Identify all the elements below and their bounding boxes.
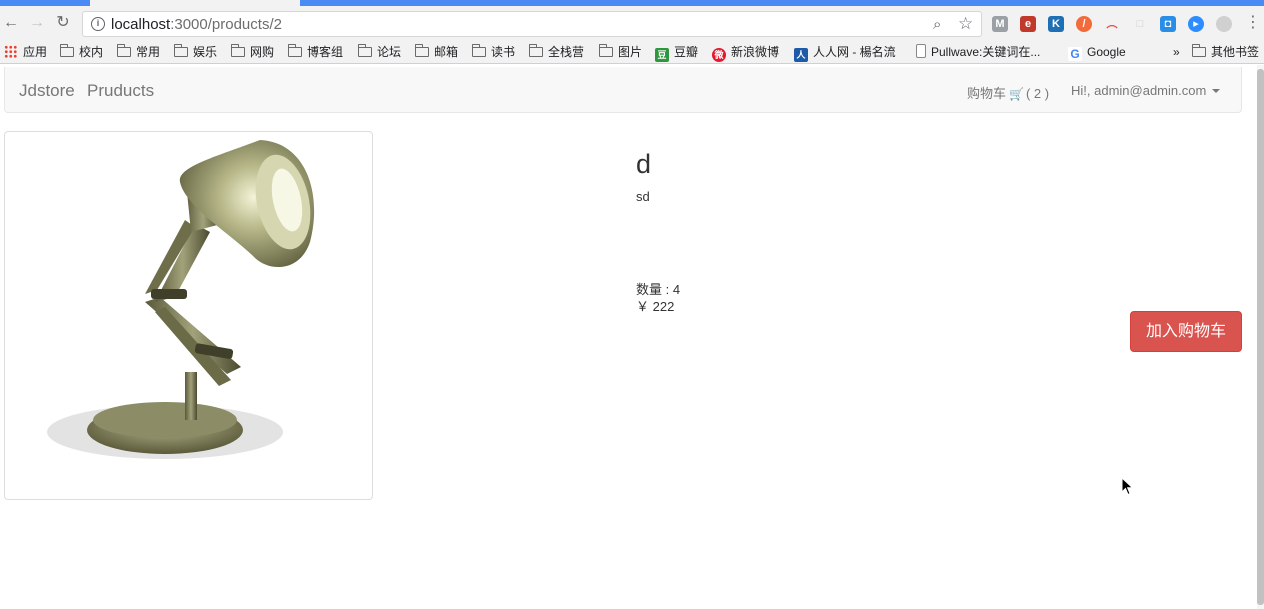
folder-icon (288, 44, 302, 57)
bookmark-label: 豆瓣 (674, 45, 699, 59)
mouse-cursor-icon (1121, 477, 1134, 496)
bookmark-label: 校内 (79, 45, 104, 59)
page-icon (916, 44, 926, 58)
bookmark-label: Google (1087, 45, 1126, 59)
folder-icon (529, 44, 543, 57)
bookmark-apps[interactable]: 应用 (4, 44, 47, 60)
douban-icon: 豆 (655, 48, 669, 62)
info-icon[interactable]: i (91, 17, 105, 31)
google-icon: G (1068, 47, 1082, 61)
page-content: Jdstore Pruducts 购物车 🛒( 2 ) Hi!, admin@ad… (0, 65, 1257, 609)
user-dropdown[interactable]: Hi!, admin@admin.com (1071, 83, 1221, 98)
product-title: d (636, 149, 652, 179)
bookmark-label: Pullwave:关键词在... (931, 45, 1041, 59)
bookmark-folder[interactable]: 图片 (599, 44, 642, 60)
back-icon[interactable]: ← (2, 14, 20, 32)
overflow-icon: » (1173, 45, 1180, 59)
blank-extension-icon[interactable]: □ (1132, 16, 1148, 32)
bookmark-star-icon[interactable]: ☆ (958, 14, 973, 34)
bookmarks-bar: 应用 校内 常用 娱乐 网购 博客组 论坛 邮箱 读书 全栈营 图片 豆豆瓣 微… (0, 40, 1264, 64)
zoom-meeting-extension-icon[interactable]: ▸ (1188, 16, 1204, 32)
bookmark-label: 博客组 (307, 45, 344, 59)
bookmark-folder[interactable]: 博客组 (288, 44, 343, 60)
address-bar[interactable]: i localhost:3000/products/2 ⌕ ☆ (82, 11, 982, 37)
bookmark-label: 新浪微博 (731, 45, 780, 59)
weibo-icon: 微 (712, 48, 726, 62)
folder-icon (1192, 44, 1206, 57)
desk-lamp-image (47, 140, 315, 459)
folder-icon (415, 44, 429, 57)
bookmark-folder[interactable]: 常用 (117, 44, 160, 60)
page-scrollbar[interactable] (1257, 65, 1264, 609)
k-extension-icon[interactable]: K (1048, 16, 1064, 32)
bookmark-label: 其他书签 (1211, 45, 1260, 59)
bookmark-weibo[interactable]: 微新浪微博 (712, 44, 780, 62)
bookmark-label: 常用 (136, 45, 161, 59)
url-host: localhost (111, 16, 171, 33)
postman-extension-icon[interactable]: / (1076, 16, 1092, 32)
cart-count: ( 2 ) (1025, 86, 1050, 101)
url-text[interactable]: localhost:3000/products/2 (111, 16, 282, 33)
bookmark-label: 网购 (250, 45, 275, 59)
bookmark-label: 邮箱 (434, 45, 459, 59)
folder-icon (599, 44, 613, 57)
bookmark-folder[interactable]: 网购 (231, 44, 274, 60)
bookmark-google[interactable]: G Google (1068, 44, 1126, 61)
bookmark-label: 图片 (618, 45, 643, 59)
bookmark-label: 读书 (491, 45, 516, 59)
bookmark-renren[interactable]: 人人人网 - 楊名流 (794, 44, 896, 62)
product-description: sd (636, 189, 650, 204)
shopping-cart-icon: 🛒 (1009, 87, 1024, 101)
bookmark-label: 应用 (23, 45, 48, 59)
browser-toolbar: ← → ↻ i localhost:3000/products/2 ⌕ ☆ M … (0, 6, 1264, 40)
product-image (4, 131, 373, 500)
gray-extension-icon[interactable] (1216, 16, 1232, 32)
product-price: ￥ 222 (636, 299, 675, 314)
cart-link[interactable]: 购物车 🛒( 2 ) (967, 83, 1049, 102)
reload-icon[interactable]: ↻ (54, 14, 72, 32)
site-navbar: Jdstore Pruducts 购物车 🛒( 2 ) Hi!, admin@ad… (4, 67, 1242, 113)
bookmark-folder[interactable]: 读书 (472, 44, 515, 60)
wave-extension-icon[interactable]: ︵ (1104, 16, 1120, 32)
bookmark-folder[interactable]: 邮箱 (415, 44, 458, 60)
bookmark-label: 人人网 - 楊名流 (813, 45, 896, 59)
bookmark-douban[interactable]: 豆豆瓣 (655, 44, 699, 62)
gmail-extension-icon[interactable]: M (992, 16, 1008, 32)
folder-icon (472, 44, 486, 57)
navbar-brand[interactable]: Jdstore (19, 81, 75, 101)
bookmark-label: 娱乐 (193, 45, 218, 59)
folder-icon (117, 44, 131, 57)
bookmark-folder[interactable]: 娱乐 (174, 44, 217, 60)
user-label: Hi!, admin@admin.com (1071, 83, 1207, 98)
nav-products-link[interactable]: Pruducts (87, 81, 154, 101)
apps-grid-icon (4, 45, 17, 58)
screenshot-extension-icon[interactable]: ◘ (1160, 16, 1176, 32)
bookmark-folder[interactable]: 论坛 (358, 44, 401, 60)
bookmark-folder[interactable]: 校内 (60, 44, 103, 60)
bookmark-label: 论坛 (377, 45, 402, 59)
bookmark-folder[interactable]: 全栈营 (529, 44, 584, 60)
add-to-cart-button[interactable]: 加入购物车 (1130, 311, 1242, 352)
folder-icon (60, 44, 74, 57)
bookmark-other[interactable]: 其他书签 (1192, 44, 1259, 60)
menu-kebab-icon[interactable]: ⋮ (1244, 14, 1262, 32)
bookmark-overflow-button[interactable]: » (1173, 44, 1180, 60)
caret-down-icon (1212, 89, 1221, 93)
forward-icon[interactable]: → (28, 14, 46, 32)
scrollbar-thumb[interactable] (1257, 69, 1264, 605)
evernote-extension-icon[interactable]: e (1020, 16, 1036, 32)
zoom-icon[interactable]: ⌕ (933, 16, 941, 33)
folder-icon (358, 44, 372, 57)
cart-label: 购物车 (967, 86, 1007, 101)
renren-icon: 人 (794, 48, 808, 62)
folder-icon (231, 44, 245, 57)
url-path: :3000/products/2 (170, 16, 282, 33)
bookmark-label: 全栈营 (548, 45, 585, 59)
folder-icon (174, 44, 188, 57)
bookmark-pullwave[interactable]: Pullwave:关键词在... (916, 44, 1040, 60)
